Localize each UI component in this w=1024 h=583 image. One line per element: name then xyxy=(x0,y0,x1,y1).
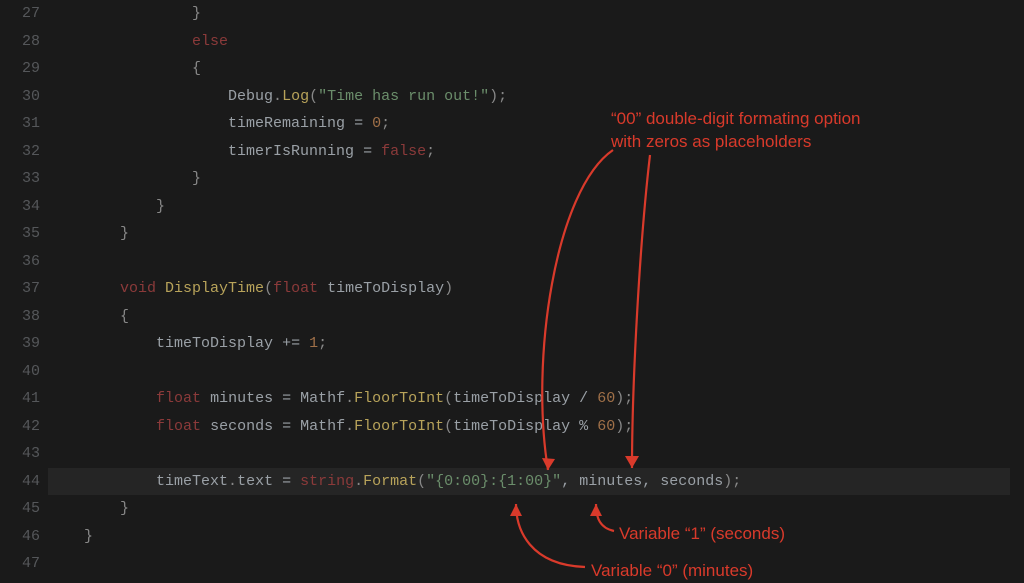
code-area[interactable]: } else { Debug.Log("Time has run out!");… xyxy=(48,0,1024,583)
code-line: { xyxy=(48,303,1024,331)
code-editor: 2728293031323334353637383940414243444546… xyxy=(0,0,1024,583)
code-line: { xyxy=(48,55,1024,83)
code-line: timerIsRunning = false; xyxy=(48,138,1024,166)
line-number: 27 xyxy=(0,0,40,28)
code-line: timeText.text = string.Format("{0:00}:{1… xyxy=(48,468,1024,496)
code-line: } xyxy=(48,165,1024,193)
code-line: timeToDisplay += 1; xyxy=(48,330,1024,358)
line-number: 45 xyxy=(0,495,40,523)
line-number: 30 xyxy=(0,83,40,111)
code-line xyxy=(48,440,1024,468)
line-number: 29 xyxy=(0,55,40,83)
code-line: float minutes = Mathf.FloorToInt(timeToD… xyxy=(48,385,1024,413)
line-number: 41 xyxy=(0,385,40,413)
line-number-gutter: 2728293031323334353637383940414243444546… xyxy=(0,0,48,583)
code-line: } xyxy=(48,0,1024,28)
line-number: 44 xyxy=(0,468,40,496)
code-line: } xyxy=(48,495,1024,523)
code-line xyxy=(48,550,1024,578)
line-number: 33 xyxy=(0,165,40,193)
code-line: timeRemaining = 0; xyxy=(48,110,1024,138)
line-number: 46 xyxy=(0,523,40,551)
line-number: 35 xyxy=(0,220,40,248)
line-number: 28 xyxy=(0,28,40,56)
line-number: 43 xyxy=(0,440,40,468)
line-number: 32 xyxy=(0,138,40,166)
code-line: } xyxy=(48,220,1024,248)
code-line: Debug.Log("Time has run out!"); xyxy=(48,83,1024,111)
annotation-format-option: “00” double-digit formating option with … xyxy=(611,108,860,154)
code-line: } xyxy=(48,193,1024,221)
line-number: 34 xyxy=(0,193,40,221)
line-number: 37 xyxy=(0,275,40,303)
code-line xyxy=(48,358,1024,386)
line-number: 42 xyxy=(0,413,40,441)
code-line: else xyxy=(48,28,1024,56)
line-number: 40 xyxy=(0,358,40,386)
annotation-variable-1: Variable “1” (seconds) xyxy=(619,523,785,546)
code-line: void DisplayTime(float timeToDisplay) xyxy=(48,275,1024,303)
code-line: float seconds = Mathf.FloorToInt(timeToD… xyxy=(48,413,1024,441)
code-line: } xyxy=(48,523,1024,551)
annotation-variable-0: Variable “0” (minutes) xyxy=(591,560,753,583)
line-number: 36 xyxy=(0,248,40,276)
line-number: 31 xyxy=(0,110,40,138)
line-number: 47 xyxy=(0,550,40,578)
line-number: 38 xyxy=(0,303,40,331)
line-number: 39 xyxy=(0,330,40,358)
code-line xyxy=(48,248,1024,276)
